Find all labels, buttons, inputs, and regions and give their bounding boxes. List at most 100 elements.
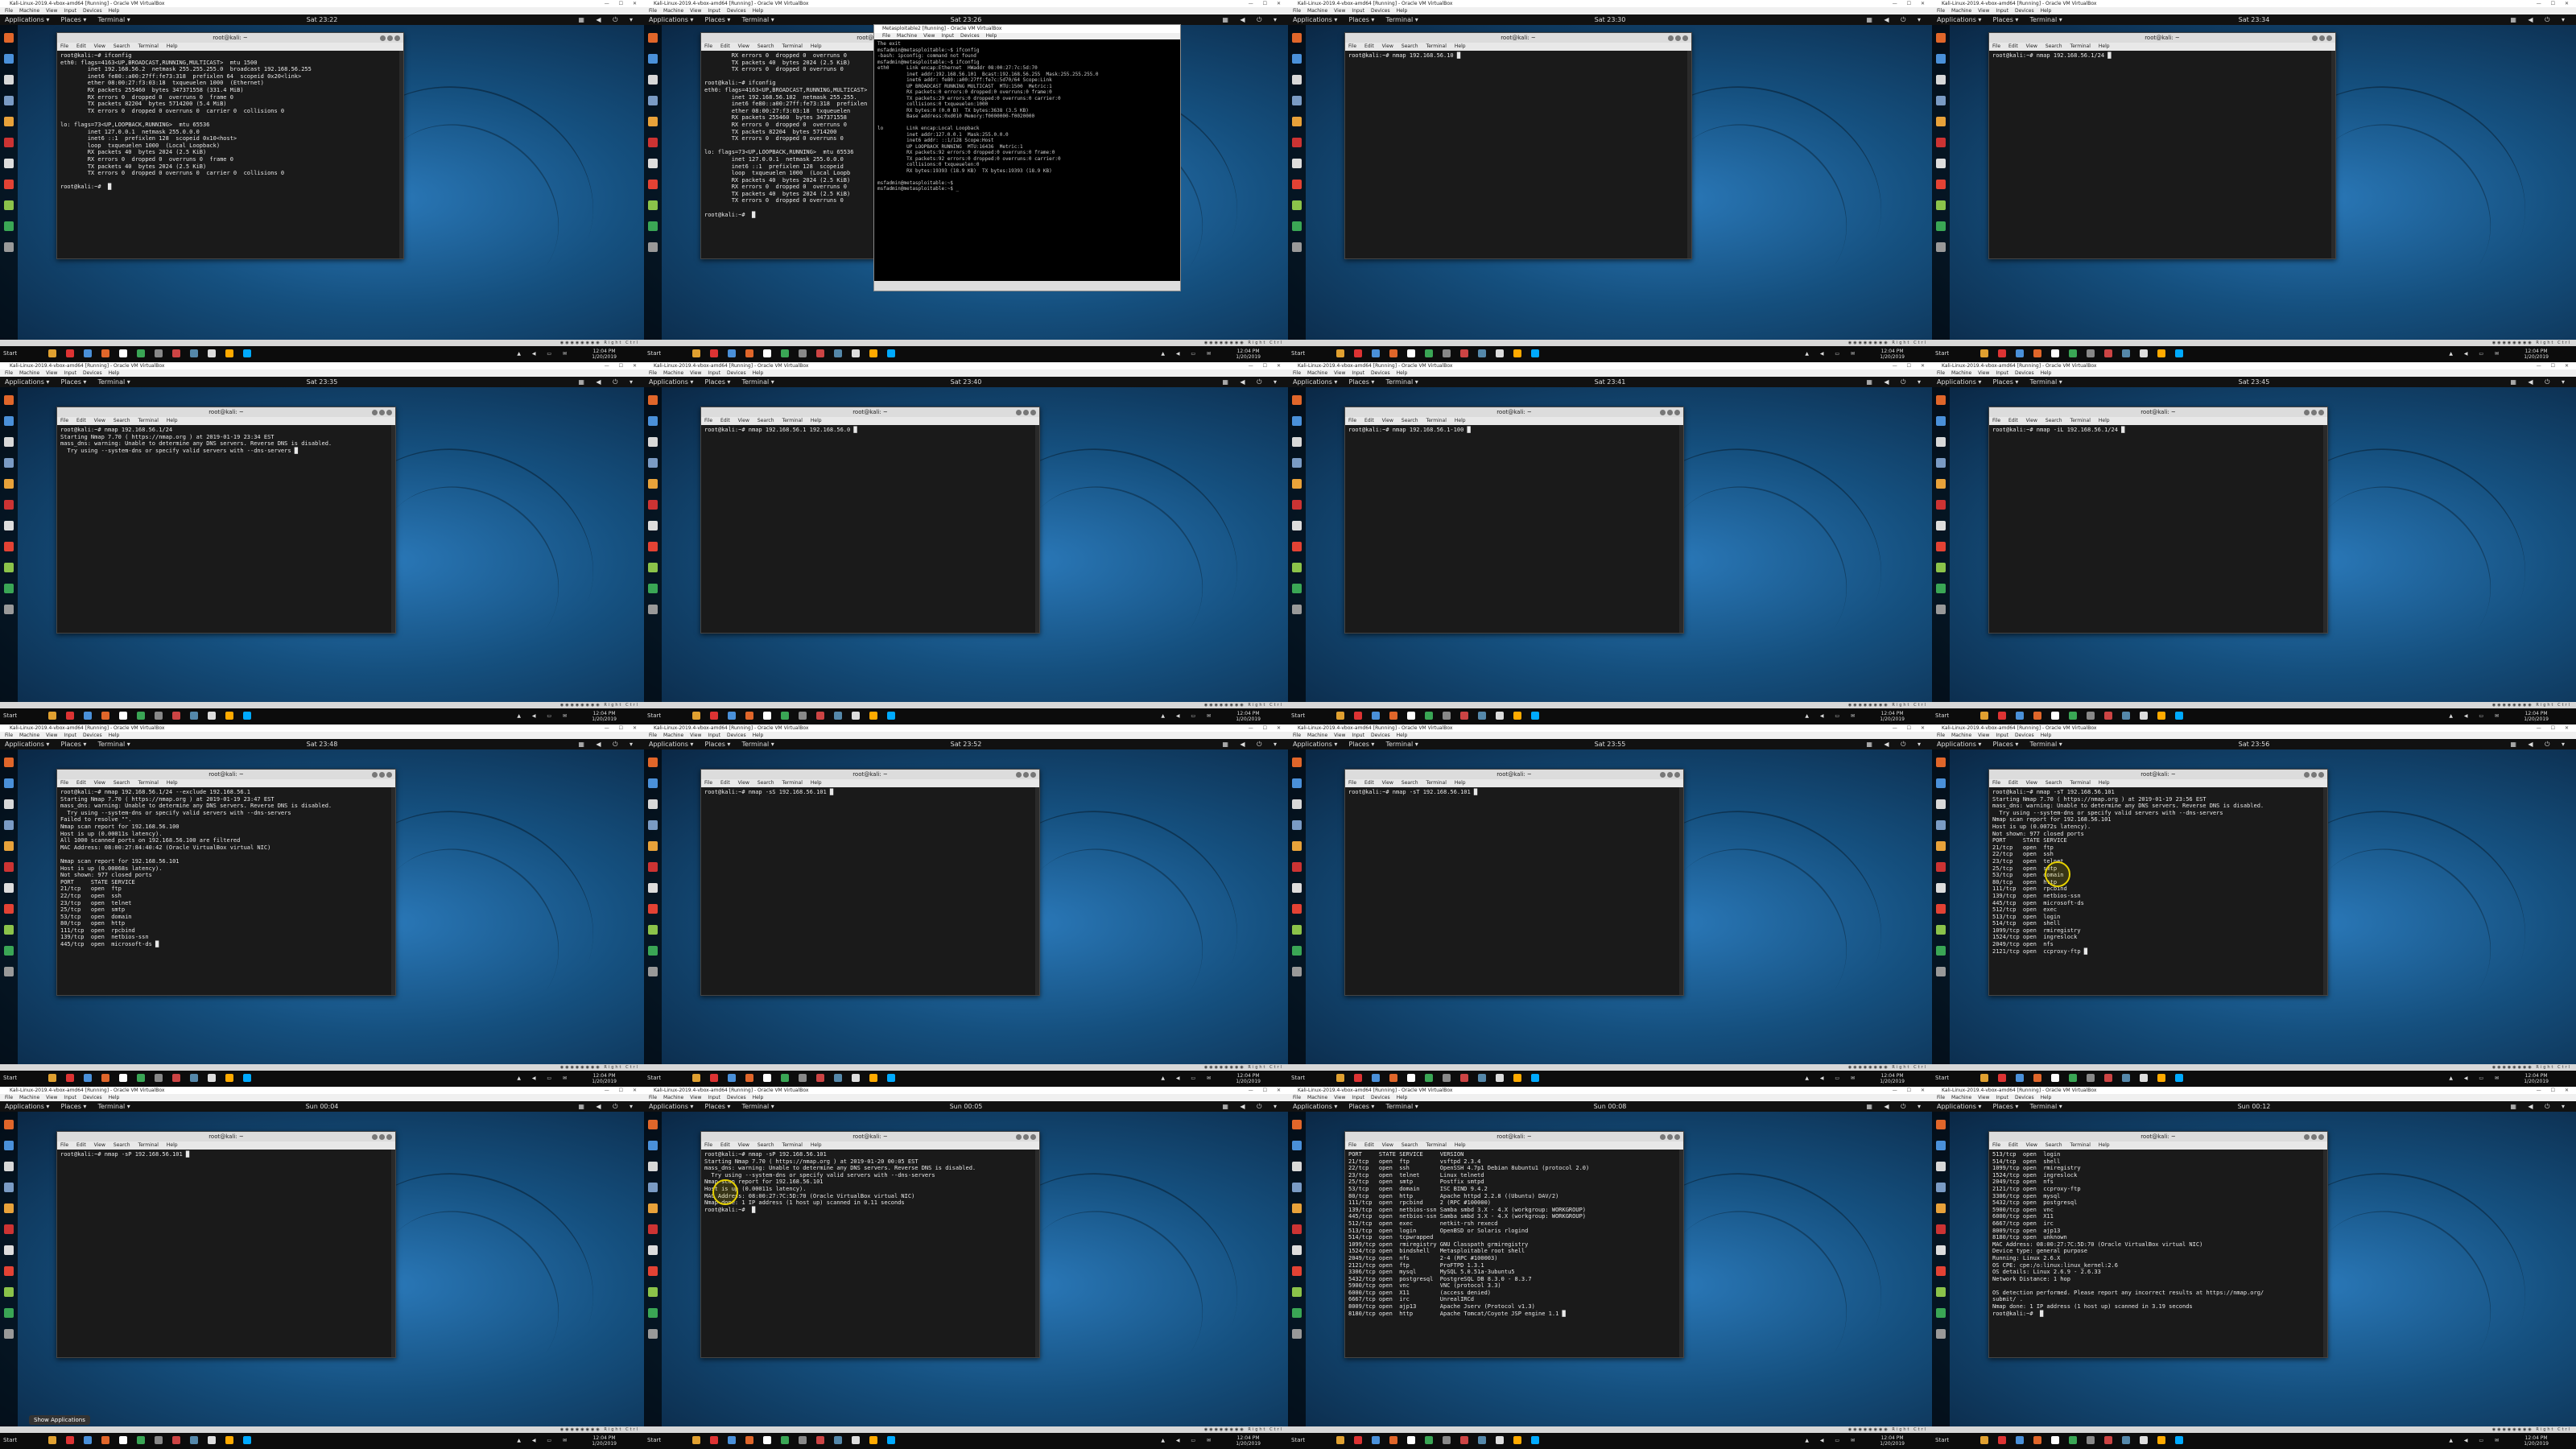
terminal-menu-item[interactable]: Search <box>758 780 774 786</box>
taskbar-app-icon[interactable] <box>799 349 807 357</box>
dock-app-icon[interactable] <box>4 521 14 530</box>
taskbar-app-icon[interactable] <box>1372 349 1380 357</box>
terminal-scrollbar[interactable] <box>1035 425 1039 633</box>
taskbar-app-icon[interactable] <box>852 1436 860 1444</box>
taskbar-app-icon[interactable] <box>1980 1436 1988 1444</box>
dock-app-icon[interactable] <box>648 1329 658 1339</box>
vbox-menu-item[interactable]: Machine <box>663 1095 683 1100</box>
taskbar-app-icon[interactable] <box>816 712 824 720</box>
vbox-menu-item[interactable]: Machine <box>19 1095 39 1100</box>
start-button[interactable]: Start <box>1291 1075 1305 1081</box>
vbox-menu-item[interactable]: File <box>1293 8 1301 14</box>
terminal-menu-item[interactable]: View <box>2026 43 2037 49</box>
dock-app-icon[interactable] <box>1292 117 1302 126</box>
terminal-menu-item[interactable]: File <box>1348 1142 1356 1148</box>
metasploitable-menu-item[interactable]: File <box>882 33 890 39</box>
taskbar-app-icon[interactable] <box>1389 349 1397 357</box>
terminal-scrollbar[interactable] <box>399 51 403 258</box>
taskbar-app-icon[interactable] <box>1513 712 1521 720</box>
taskbar-app-icon[interactable] <box>155 1074 163 1082</box>
start-button[interactable]: Start <box>1935 1075 1949 1081</box>
start-button[interactable]: Start <box>1291 712 1305 719</box>
vbox-menu-item[interactable]: Machine <box>1307 8 1327 14</box>
dock-app-icon[interactable] <box>648 584 658 593</box>
terminal-window-buttons[interactable] <box>2310 35 2332 44</box>
taskbar-app-icon[interactable] <box>48 1436 56 1444</box>
start-button[interactable]: Start <box>1291 1437 1305 1443</box>
dock-app-icon[interactable] <box>1292 54 1302 64</box>
terminal-menu-item[interactable]: Edit <box>720 43 730 49</box>
status-icons[interactable]: ◉◉◉◉◉◉◉◉ Right Ctrl <box>1204 1065 1283 1070</box>
terminal-menu-item[interactable]: View <box>94 43 105 49</box>
taskbar-app-icon[interactable] <box>2175 712 2183 720</box>
dock-app-icon[interactable] <box>1936 75 1946 85</box>
taskbar-app-icon[interactable] <box>2069 712 2077 720</box>
vbox-menu-item[interactable]: Machine <box>1307 733 1327 738</box>
kali-clock[interactable]: Sat 23:41 <box>1288 377 1932 387</box>
dock-app-icon[interactable] <box>1936 758 1946 767</box>
taskbar-app-icon[interactable] <box>137 349 145 357</box>
vbox-menu-item[interactable]: Input <box>708 1095 720 1100</box>
dock-app-icon[interactable] <box>4 242 14 252</box>
dock-app-icon[interactable] <box>1936 584 1946 593</box>
status-icons[interactable]: ◉◉◉◉◉◉◉◉ Right Ctrl <box>560 1065 639 1070</box>
dock-app-icon[interactable] <box>4 117 14 126</box>
taskbar-app-icon[interactable] <box>1425 1074 1433 1082</box>
dock-app-icon[interactable] <box>4 799 14 809</box>
dock-app-icon[interactable] <box>4 904 14 914</box>
terminal-scrollbar[interactable] <box>2323 425 2327 633</box>
dock-app-icon[interactable] <box>4 1266 14 1276</box>
taskbar-app-icon[interactable] <box>728 349 736 357</box>
taskbar-app-icon[interactable] <box>243 1074 251 1082</box>
terminal-menu-item[interactable]: Help <box>167 43 178 49</box>
metasploitable-menu-item[interactable]: Input <box>941 33 954 39</box>
terminal-menu-item[interactable]: File <box>1348 418 1356 423</box>
taskbar-app-icon[interactable] <box>834 349 842 357</box>
taskbar-app-icon[interactable] <box>66 1436 74 1444</box>
vbox-menu-item[interactable]: Input <box>708 370 720 376</box>
vbox-menu-item[interactable]: View <box>1978 370 1989 376</box>
dock-app-icon[interactable] <box>1292 416 1302 426</box>
terminal-scrollbar[interactable] <box>2331 51 2335 258</box>
metasploitable-vm-window[interactable]: Metasploitable2 [Running] - Oracle VM Vi… <box>873 24 1181 291</box>
window-controls[interactable]: — ☐ ✕ <box>2537 0 2573 7</box>
taskbar-app-icon[interactable] <box>869 1436 877 1444</box>
dock-app-icon[interactable] <box>4 1308 14 1318</box>
taskbar-app-icon[interactable] <box>2069 1436 2077 1444</box>
taskbar-app-icon[interactable] <box>2122 712 2130 720</box>
taskbar-app-icon[interactable] <box>1998 1436 2006 1444</box>
taskbar-app-icon[interactable] <box>763 712 771 720</box>
metasploitable-menu-item[interactable]: Help <box>986 33 997 39</box>
taskbar-app-icon[interactable] <box>2140 1436 2148 1444</box>
vbox-menu-item[interactable]: File <box>5 1095 13 1100</box>
taskbar-app-icon[interactable] <box>48 712 56 720</box>
terminal-menu-item[interactable]: Search <box>758 43 774 49</box>
vbox-menu-item[interactable]: Help <box>1397 1095 1408 1100</box>
taskbar-app-icon[interactable] <box>1443 349 1451 357</box>
taskbar-app-icon[interactable] <box>101 712 109 720</box>
taskbar-app-icon[interactable] <box>1372 1436 1380 1444</box>
taskbar-app-icon[interactable] <box>225 1436 233 1444</box>
dock-app-icon[interactable] <box>1292 1308 1302 1318</box>
taskbar-tray-icons[interactable]: ▲ ◀ ▭ ✉ <box>1805 1438 1860 1443</box>
system-tray-icons[interactable]: ▦ ◀ ⏻ ▾ <box>1222 377 1282 387</box>
vbox-menu-item[interactable]: Help <box>753 1095 764 1100</box>
taskbar-clock[interactable]: 12:04 PM 1/20/2019 <box>2524 1073 2549 1084</box>
taskbar-app-icon[interactable] <box>781 1074 789 1082</box>
taskbar-app-icon[interactable] <box>1531 712 1539 720</box>
terminal-menu-item[interactable]: File <box>1348 780 1356 786</box>
taskbar-app-icon[interactable] <box>190 349 198 357</box>
taskbar-app-icon[interactable] <box>763 1436 771 1444</box>
terminal-menu-item[interactable]: Search <box>1402 418 1418 423</box>
terminal-window-buttons[interactable] <box>370 409 392 419</box>
terminal-titlebar[interactable]: root@kali: ~ <box>1989 770 2327 779</box>
dock-app-icon[interactable] <box>1936 841 1946 851</box>
terminal-output[interactable]: root@kali:~# nmap -sT 192.168.56.101 █ <box>1345 787 1683 992</box>
status-icons[interactable]: ◉◉◉◉◉◉◉◉ Right Ctrl <box>560 341 639 345</box>
taskbar-app-icon[interactable] <box>101 1436 109 1444</box>
dock-app-icon[interactable] <box>4 925 14 935</box>
taskbar-app-icon[interactable] <box>1478 1074 1486 1082</box>
terminal-menu-item[interactable]: Edit <box>2008 43 2018 49</box>
taskbar-tray-icons[interactable]: ▲ ◀ ▭ ✉ <box>1161 1438 1216 1443</box>
dock-app-icon[interactable] <box>648 500 658 510</box>
